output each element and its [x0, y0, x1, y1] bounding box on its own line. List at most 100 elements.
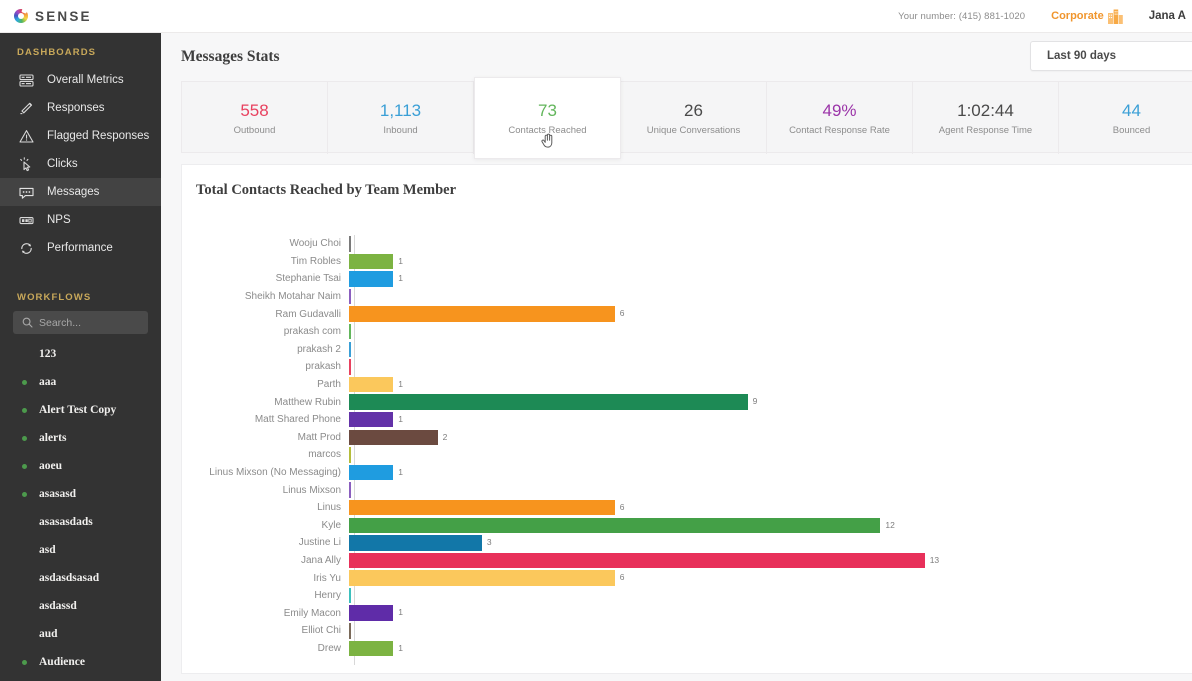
stat-card[interactable]: 1,113Inbound — [328, 82, 474, 154]
chart-bar-value: 6 — [620, 502, 625, 512]
sidebar-item-performance[interactable]: Performance — [0, 234, 161, 262]
chart-bar[interactable] — [349, 553, 925, 569]
workflow-item[interactable]: asdasdsasad — [0, 564, 161, 592]
corporate-switcher[interactable]: Corporate — [1051, 8, 1123, 24]
chart-category-label: Kyle — [182, 520, 348, 531]
workflow-label: 123 — [39, 348, 56, 360]
chart-bar[interactable] — [349, 500, 615, 516]
workflow-item[interactable]: asd — [0, 536, 161, 564]
chart-bar-zone: 9 — [348, 393, 1192, 411]
sidebar-spacer — [0, 262, 161, 278]
chart-bar-row: Justine Li3 — [182, 534, 1192, 552]
stat-card[interactable]: 26Unique Conversations — [621, 82, 767, 154]
chart-bar[interactable] — [349, 535, 482, 551]
stat-label: Agent Response Time — [939, 125, 1032, 136]
workflow-item[interactable]: Alert Test Copy — [0, 396, 161, 424]
sidebar-item-responses[interactable]: Responses — [0, 94, 161, 122]
search-input[interactable]: Search... — [13, 311, 148, 334]
chart-bar-zone: 1 — [348, 253, 1192, 271]
chart-bar-value: 1 — [398, 414, 403, 424]
stat-card[interactable]: 1:02:44Agent Response Time — [913, 82, 1059, 154]
sidebar-item-clicks[interactable]: Clicks — [0, 150, 161, 178]
chart-bar[interactable] — [349, 412, 393, 428]
chart-bar[interactable] — [349, 605, 393, 621]
chart-bar[interactable] — [349, 342, 351, 358]
page-title: Messages Stats — [181, 48, 280, 66]
chart-category-label: Jana Ally — [182, 555, 348, 566]
workflow-label: asdasdsasad — [39, 572, 99, 584]
workflow-label: Audience — [39, 656, 85, 668]
chart-bar[interactable] — [349, 254, 393, 270]
refresh-arrows-icon — [18, 240, 35, 257]
chart-bar[interactable] — [349, 289, 351, 305]
workflow-item[interactable]: asdassd — [0, 592, 161, 620]
workflow-status-dot — [22, 380, 27, 385]
chart-bar-value: 3 — [487, 537, 492, 547]
chart-bar[interactable] — [349, 394, 748, 410]
chart-bar[interactable] — [349, 482, 351, 498]
chart-bar-zone — [348, 587, 1192, 605]
chart-bar[interactable] — [349, 465, 393, 481]
chart-panel: Total Contacts Reached by Team Member Wo… — [181, 164, 1192, 674]
chart-bar-value: 6 — [620, 308, 625, 318]
user-menu[interactable]: Jana A — [1149, 10, 1186, 22]
chart-bar-row: marcos — [182, 446, 1192, 464]
sidebar-item-flagged-responses[interactable]: Flagged Responses — [0, 122, 161, 150]
chart-bar[interactable] — [349, 377, 393, 393]
workflow-item[interactable]: 123 — [0, 340, 161, 368]
chart-bar-row: Elliot Chi — [182, 622, 1192, 640]
chart-bar[interactable] — [349, 518, 880, 534]
sidebar-label: Messages — [47, 186, 99, 198]
chart-bar-row: Emily Macon1 — [182, 604, 1192, 622]
chart-bar-zone: 1 — [348, 270, 1192, 288]
workflow-label: asasasdads — [39, 516, 93, 528]
workflow-label: aaa — [39, 376, 56, 388]
chart-bar[interactable] — [349, 588, 351, 604]
chart-bar[interactable] — [349, 236, 351, 252]
speech-bubble-icon — [18, 184, 35, 201]
stat-value: 49% — [822, 100, 856, 122]
chart-bar[interactable] — [349, 271, 393, 287]
chart-bar[interactable] — [349, 641, 393, 657]
stat-value: 73 — [538, 100, 557, 122]
chart-bar[interactable] — [349, 623, 351, 639]
chart-bar[interactable] — [349, 359, 351, 375]
chart-bar-zone: 6 — [348, 499, 1192, 517]
chart-bar-row: Kyle12 — [182, 517, 1192, 535]
chart-bar-row: prakash com — [182, 323, 1192, 341]
sidebar-item-overall-metrics[interactable]: Overall Metrics — [0, 66, 161, 94]
sidebar-item-nps[interactable]: NPS — [0, 206, 161, 234]
chart-bar-row: Drew1 — [182, 640, 1192, 658]
chart-bar-value: 1 — [398, 607, 403, 617]
stat-label: Outbound — [234, 125, 276, 136]
sidebar-label: NPS — [47, 214, 71, 226]
workflow-label: Alert Test Copy — [39, 404, 116, 416]
workflow-item[interactable]: aud — [0, 620, 161, 648]
stat-card[interactable]: 49%Contact Response Rate — [767, 82, 913, 154]
sidebar-item-messages[interactable]: Messages — [0, 178, 161, 206]
building-icon — [1108, 8, 1123, 24]
chart-bar[interactable] — [349, 447, 351, 463]
brand-logo[interactable]: SENSE — [14, 9, 92, 24]
chart-bar-row: Iris Yu6 — [182, 569, 1192, 587]
workflow-item[interactable]: alerts — [0, 424, 161, 452]
nps-gauge-icon — [18, 212, 35, 229]
chart-bar-value: 9 — [753, 396, 758, 406]
chart-bar[interactable] — [349, 324, 351, 340]
workflow-item[interactable]: Audience — [0, 648, 161, 676]
chart-bar-zone — [348, 622, 1192, 640]
stat-card[interactable]: 558Outbound — [182, 82, 328, 154]
date-range-selector[interactable]: Last 90 days — [1030, 41, 1192, 71]
chart-bar-zone: 3 — [348, 534, 1192, 552]
chart-bar[interactable] — [349, 570, 615, 586]
stat-card[interactable]: 73Contacts Reached — [474, 77, 621, 159]
stat-card[interactable]: 44Bounced — [1059, 82, 1192, 154]
workflow-item[interactable]: aoeu — [0, 452, 161, 480]
stat-label: Bounced — [1113, 125, 1151, 136]
chart-bar[interactable] — [349, 430, 438, 446]
workflow-item[interactable]: aaa — [0, 368, 161, 396]
workflow-item[interactable]: asasasd — [0, 480, 161, 508]
search-placeholder: Search... — [39, 317, 81, 329]
workflow-item[interactable]: asasasdads — [0, 508, 161, 536]
chart-bar[interactable] — [349, 306, 615, 322]
